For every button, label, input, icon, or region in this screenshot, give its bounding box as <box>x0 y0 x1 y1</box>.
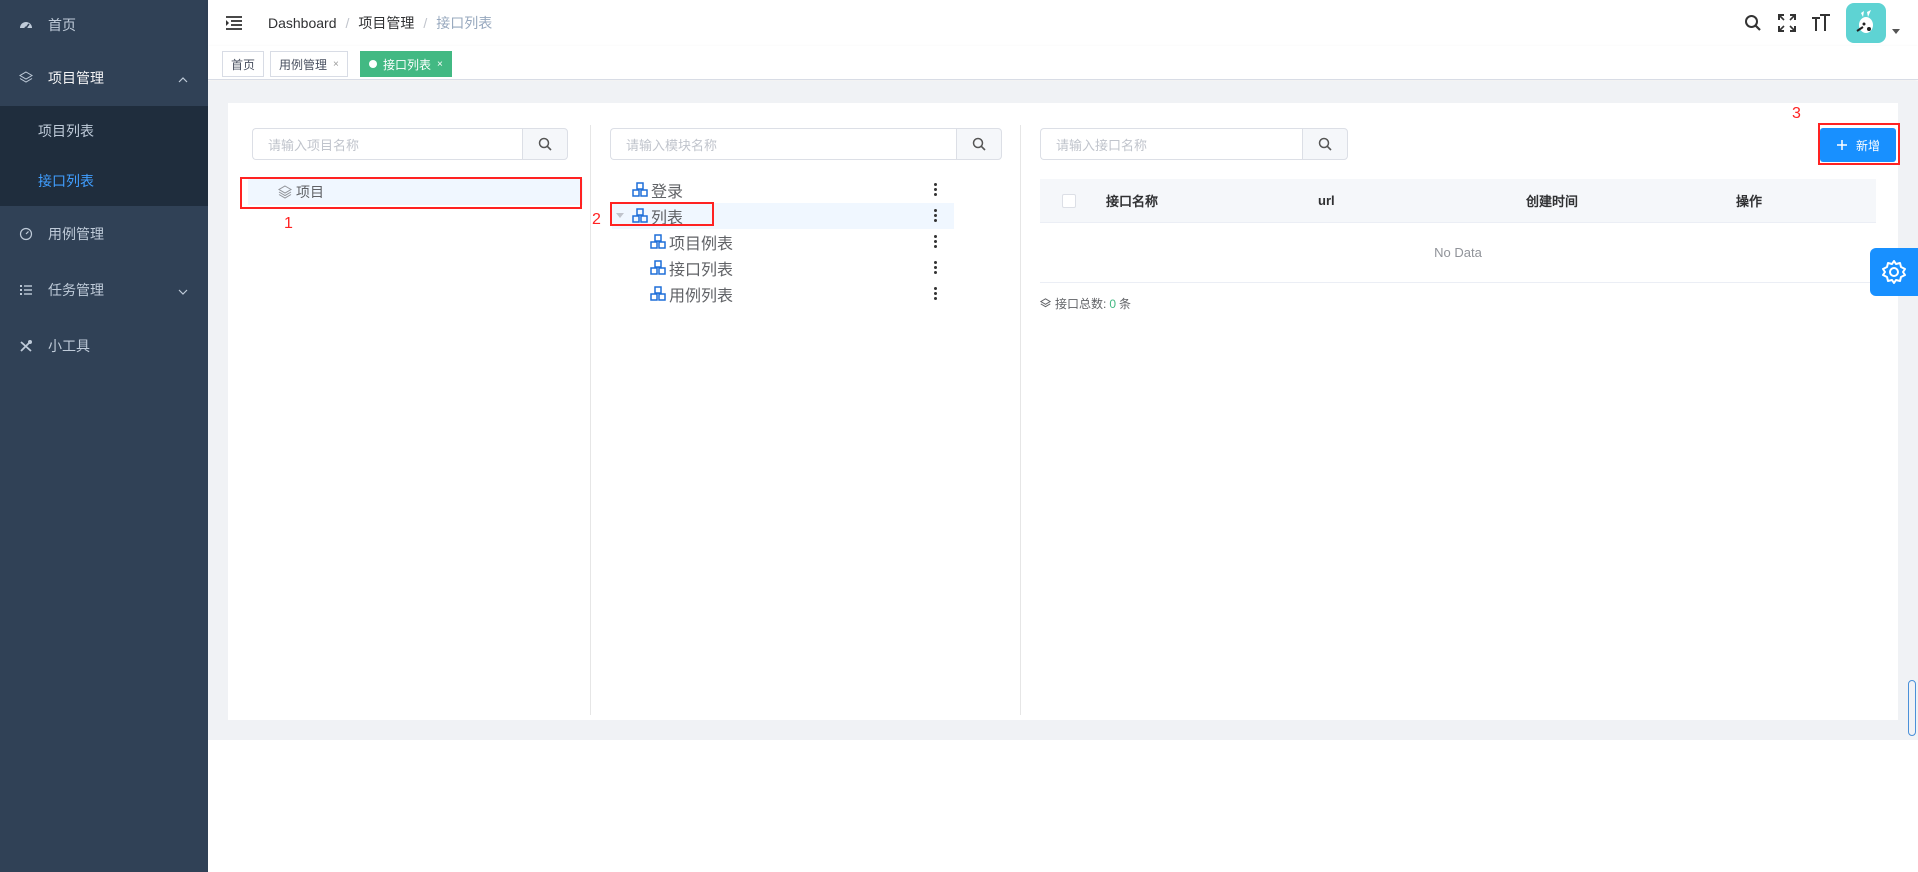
highlight-box-1 <box>240 177 582 209</box>
tag-label: 首页 <box>231 57 256 72</box>
api-total: 接口总数: 0 条 <box>1040 295 1131 312</box>
module-node-api-list[interactable]: 接口列表 <box>650 255 733 281</box>
module-search: 请输入模块名称 <box>610 128 1002 160</box>
module-node-project-cases[interactable]: 项目例表 <box>650 229 733 255</box>
tag-label: 用例管理 <box>279 57 328 72</box>
project-search-button[interactable] <box>522 128 568 160</box>
module-cubes-icon <box>650 286 666 302</box>
highlight-box-3 <box>1818 123 1900 165</box>
breadcrumb-item-dashboard[interactable]: Dashboard <box>268 15 337 31</box>
layers-icon <box>18 70 34 86</box>
project-search: 请输入项目名称 <box>252 128 568 160</box>
gauge-icon <box>18 226 34 242</box>
menu-item-task-management[interactable]: 任务管理 <box>0 262 208 318</box>
dashboard-icon <box>18 17 34 33</box>
api-search: 请输入接口名称 <box>1040 128 1348 160</box>
content-card: 请输入项目名称 项目 1 请输入模块名称 登录 列表 项目例表 接口列表 用例列… <box>228 103 1900 720</box>
search-icon <box>1318 137 1332 151</box>
menu-item-project-management[interactable]: 项目管理 <box>0 50 208 106</box>
module-search-input[interactable]: 请输入模块名称 <box>610 128 956 160</box>
layers-icon <box>1040 298 1051 308</box>
menu-item-tools[interactable]: 小工具 <box>0 318 208 374</box>
search-icon[interactable] <box>1742 12 1764 34</box>
column-header-actions: 操作 <box>1736 194 1763 209</box>
avatar[interactable] <box>1846 3 1886 43</box>
module-search-button[interactable] <box>956 128 1002 160</box>
scrollbar-thumb[interactable] <box>1908 680 1916 736</box>
menu-label-home: 首页 <box>48 17 76 33</box>
hamburger-icon[interactable] <box>222 11 246 35</box>
tag-api-list[interactable]: 接口列表 × <box>360 51 452 77</box>
tag-case-management[interactable]: 用例管理 × <box>270 51 348 77</box>
column-header-url[interactable]: url <box>1318 193 1335 208</box>
total-unit: 条 <box>1119 297 1132 311</box>
chevron-down-icon <box>178 282 188 298</box>
breadcrumb-item-api-list: 接口列表 <box>436 15 493 31</box>
gear-icon <box>1882 260 1906 284</box>
module-node-label: 登录 <box>651 184 684 201</box>
annotation-label-1: 1 <box>284 215 293 232</box>
font-size-icon[interactable] <box>1810 12 1832 34</box>
menu-label-tools: 小工具 <box>48 338 90 354</box>
annotation-label-2: 2 <box>592 211 601 228</box>
tag-home[interactable]: 首页 <box>222 51 265 77</box>
submenu-project-management: 项目列表 接口列表 <box>0 106 208 206</box>
menu-label-project-management: 项目管理 <box>48 70 104 86</box>
table-header: 接口名称 url 创建时间 操作 <box>1040 179 1876 223</box>
module-cubes-icon <box>650 234 666 250</box>
module-node-login[interactable]: 登录 <box>632 177 683 203</box>
task-list-icon <box>18 282 34 298</box>
api-search-input[interactable]: 请输入接口名称 <box>1040 128 1302 160</box>
settings-button[interactable] <box>1870 248 1918 296</box>
close-icon[interactable]: × <box>437 59 443 70</box>
breadcrumb: Dashboard / 项目管理 / 接口列表 <box>268 13 493 33</box>
app-main: 请输入项目名称 项目 1 请输入模块名称 登录 列表 项目例表 接口列表 用例列… <box>208 81 1918 740</box>
menu-label-case-management: 用例管理 <box>48 226 104 242</box>
total-count: 0 <box>1109 296 1117 311</box>
more-vertical-icon[interactable] <box>934 235 938 249</box>
search-icon <box>538 137 552 151</box>
navbar-right <box>1730 0 1900 46</box>
breadcrumb-item-project-management[interactable]: 项目管理 <box>358 13 414 33</box>
tags-view: 首页 用例管理 × 接口列表 × <box>208 46 1918 80</box>
module-node-label: 项目例表 <box>669 236 734 253</box>
more-vertical-icon[interactable] <box>934 183 938 197</box>
caret-down-icon[interactable] <box>1892 28 1900 34</box>
annotation-label-3: 3 <box>1792 105 1801 122</box>
total-label: 接口总数: <box>1055 297 1107 311</box>
module-node-label: 接口列表 <box>669 262 734 279</box>
module-node-label: 用例列表 <box>669 288 734 305</box>
table-empty-text: No Data <box>1040 223 1876 283</box>
highlight-box-2 <box>610 202 714 226</box>
tools-icon <box>18 338 34 354</box>
close-icon[interactable]: × <box>333 59 339 70</box>
menu-item-api-list[interactable]: 接口列表 <box>0 156 208 206</box>
chevron-up-icon <box>178 70 188 86</box>
api-table: 接口名称 url 创建时间 操作 No Data <box>1040 179 1876 283</box>
fullscreen-icon[interactable] <box>1776 12 1798 34</box>
module-node-case-list[interactable]: 用例列表 <box>650 281 733 307</box>
project-search-input[interactable]: 请输入项目名称 <box>252 128 522 160</box>
api-search-button[interactable] <box>1302 128 1348 160</box>
navbar: Dashboard / 项目管理 / 接口列表 <box>208 0 1918 46</box>
column-header-api-name[interactable]: 接口名称 <box>1106 191 1158 210</box>
select-all-checkbox[interactable] <box>1062 193 1076 208</box>
search-icon <box>972 137 986 151</box>
menu-item-case-management[interactable]: 用例管理 <box>0 206 208 262</box>
menu-item-home[interactable]: 首页 <box>0 0 208 50</box>
panel-divider <box>1020 125 1021 715</box>
module-cubes-icon <box>632 182 648 198</box>
column-header-created-time[interactable]: 创建时间 <box>1526 191 1578 210</box>
more-vertical-icon[interactable] <box>934 209 938 223</box>
sidebar: 首页 项目管理 项目列表 接口列表 用例管理 任务管理 小工具 <box>0 0 208 872</box>
tag-label: 接口列表 <box>383 57 432 72</box>
active-dot-icon <box>369 60 377 68</box>
more-vertical-icon[interactable] <box>934 261 938 275</box>
module-cubes-icon <box>650 260 666 276</box>
more-vertical-icon[interactable] <box>934 287 938 301</box>
panel-divider <box>590 125 591 715</box>
menu-item-project-list[interactable]: 项目列表 <box>0 106 208 156</box>
menu-label-task-management: 任务管理 <box>48 282 104 298</box>
